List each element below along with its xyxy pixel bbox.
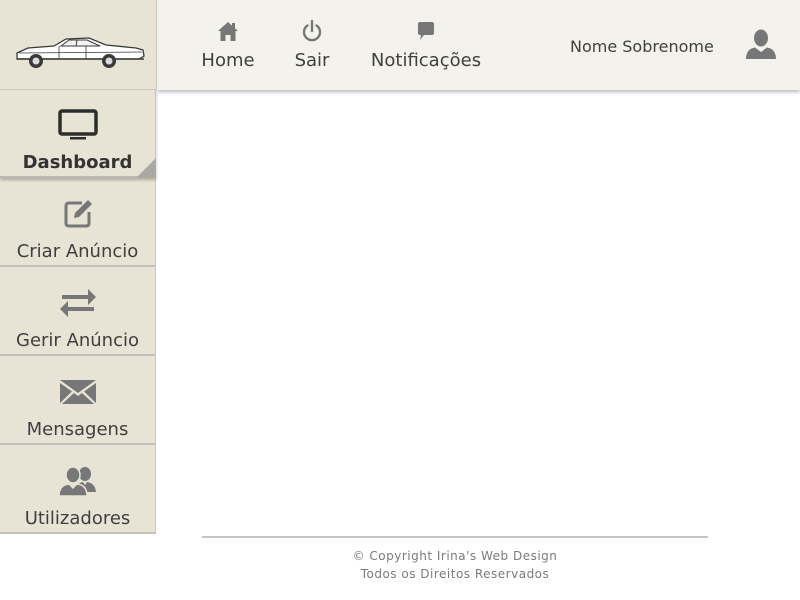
power-icon [292,18,332,48]
nav-notificacoes[interactable]: Notificações [369,18,483,80]
monitor-icon [0,107,155,143]
sidebar-item-label: Mensagens [26,419,129,440]
nav-home-label: Home [201,50,255,71]
app-page: Home Sair Notificações Nome Sobrenome Da… [0,0,800,600]
nav-home[interactable]: Home [201,18,255,80]
sidebar-item-label: Dashboard [22,152,133,173]
active-indicator [136,158,156,178]
sidebar-item-criar-anuncio[interactable]: Criar Anúncio [0,178,156,267]
classic-car-icon [16,37,145,68]
users-icon [0,463,155,499]
user-name[interactable]: Nome Sobrenome [570,37,714,56]
swap-arrows-icon [0,285,155,321]
sidebar-item-mensagens[interactable]: Mensagens [0,356,156,445]
sidebar-item-label: Utilizadores [24,508,131,529]
footer-rights: Todos os Direitos Reservados [360,567,550,581]
sidebar-item-label: Criar Anúncio [16,241,139,262]
home-icon [201,18,255,48]
sidebar-item-utilizadores[interactable]: Utilizadores [0,445,156,534]
nav-notificacoes-label: Notificações [370,50,482,71]
sidebar-item-label: Gerir Anúncio [16,330,139,351]
nav-sair[interactable]: Sair [292,18,332,80]
logo[interactable] [0,0,157,90]
user-icon[interactable] [744,28,778,62]
sidebar-item-dashboard[interactable]: Dashboard [0,89,156,178]
sidebar-item-gerir-anuncio[interactable]: Gerir Anúncio [0,267,156,356]
footer-divider [202,536,708,538]
edit-icon [0,196,155,232]
chat-bubble-icon [369,18,483,48]
top-header: Home Sair Notificações Nome Sobrenome [157,0,800,90]
sidebar: Dashboard Criar Anúncio Gerir Anúncio Me… [0,89,156,534]
envelope-icon [0,374,155,410]
footer-copyright: © Copyright Irina's Web Design [352,549,558,563]
nav-sair-label: Sair [294,50,330,71]
